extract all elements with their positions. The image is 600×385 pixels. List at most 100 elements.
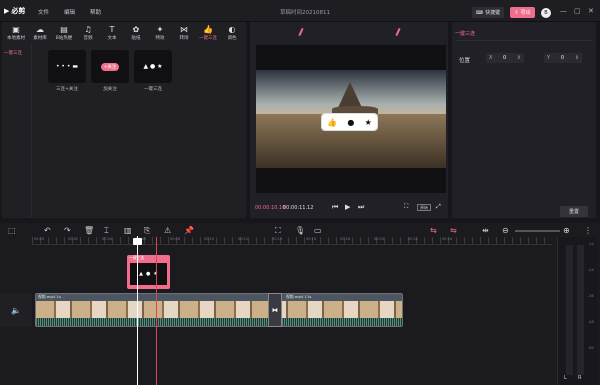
fullscreen-icon[interactable]: ⤢ [436,203,441,211]
ruler-tick: 00:00 [34,237,45,241]
export-icon: ⇪ [514,9,519,16]
tool-label: 调色 [227,35,237,41]
warning-icon[interactable]: ⚠ [164,226,171,235]
playhead-handle[interactable] [133,238,142,245]
clip-thumbnail: ▲●★ [130,263,167,285]
minimize-icon[interactable]: — [560,7,567,15]
speaker-icon: 🔈 [11,305,21,315]
category-item[interactable]: 一键三连 [4,50,28,60]
zoom-out-icon[interactable]: ⊖ [502,226,509,235]
stepper-icon: ⇕ [516,55,521,61]
ruler-tick: 00:10 [204,237,215,241]
text-icon: T [109,24,115,34]
zoom-in-icon[interactable]: ⊕ [563,226,570,235]
category-column [2,44,32,218]
sticker-overlay[interactable]: 👍 ● ★ [321,113,378,131]
close-icon[interactable]: ✕ [588,7,594,15]
ruler-tick: 00:12 [238,237,249,241]
meter-scale-label: -60 [588,346,594,350]
ruler-tick: 00:24 [442,237,453,241]
transition-icon: ⋈ [180,24,188,34]
ratio-select[interactable]: 原始 [417,204,431,211]
sticker-clip[interactable]: 一键三连 ▲●★ [127,255,170,289]
maximize-icon[interactable]: ▢ [574,7,581,15]
delete-icon[interactable]: 🗑 [84,226,94,235]
tool-label: 音频 [83,35,93,41]
logo-icon: ▶ [4,6,10,15]
timeline-settings-icon[interactable]: ⋮ [584,226,592,235]
tool-effects[interactable]: ✦ 特效 [148,22,172,44]
snap-toggle-icon[interactable]: ⇆ [430,226,437,235]
shortcut-button[interactable]: ⌨ 快捷键 [472,7,504,18]
menu-file[interactable]: 文件 [38,8,49,16]
link-toggle-icon[interactable]: ⇋ [450,226,457,235]
pin-icon[interactable]: 📌 [184,226,194,235]
tool-hot-memes[interactable]: ▤ B站热梗 [52,22,76,44]
microphone-icon[interactable]: 🎙 [295,226,305,235]
prev-frame-icon[interactable]: ⏮ [332,203,338,212]
library-toolbar: ▣ 本地素材 ☁ 素材库 ▤ B站热梗 ♫ 音频 T 文本 ✿ 贴纸 ✦ 特效 ⋈ 转场 👍 一键… [2,22,246,44]
crop-icon[interactable]: ⛶ [404,203,408,211]
tool-media-library[interactable]: ☁ 素材库 [28,22,52,44]
clip-label: 视频.mp4 1s [38,294,61,299]
cloud-icon: ☁ [36,24,44,34]
split-icon[interactable]: ⌶ [104,226,109,236]
menu-edit[interactable]: 编辑 [64,8,75,16]
ruler-tick: 00:20 [374,237,385,241]
avatar[interactable]: B [541,8,551,18]
camera-icon[interactable]: ▭ [314,226,322,235]
export-label: 导出 [520,10,531,16]
card-preview: ▲ ● ★ [143,63,163,70]
clip-icon-1: ▲ [139,271,143,277]
tool-label: 文本 [107,35,117,41]
fit-icon[interactable]: ⛶ [275,226,281,236]
replace-icon[interactable]: ⎘ [144,226,150,236]
stepper-icon: ⇕ [574,55,579,61]
tool-text[interactable]: T 文本 [100,22,124,44]
playhead[interactable] [137,236,138,385]
tool-triple-like[interactable]: 👍 一键三连 [196,22,220,44]
tool-label: 一键三连 [199,35,217,41]
coin-icon: ● [347,117,355,127]
tool-audio[interactable]: ♫ 音频 [76,22,100,44]
sticker-card[interactable]: ▲ ● ★ [134,50,172,83]
tool-label: 特效 [155,35,165,41]
ruler-tick: 00:04 [102,237,113,241]
position-y-field[interactable]: Y 0 ⇕ [544,53,582,63]
tool-transitions[interactable]: ⋈ 转场 [172,22,196,44]
transition-icon: ⧓ [272,306,278,314]
reset-button[interactable]: 重置 [560,206,588,217]
card-label: 三连+关注 [56,87,78,92]
undo-icon[interactable]: ↶ [44,226,51,235]
tool-label: 素材库 [33,35,47,41]
position-x-field[interactable]: X 0 ⇕ [486,53,524,63]
track-audio-toggle[interactable]: 🔈 [0,293,32,327]
clip-waveform [36,318,402,326]
tool-label: B站热梗 [55,35,73,41]
ruler-tick: 00:14 [272,237,283,241]
select-tool-icon[interactable]: ⬚ [8,226,16,235]
meter-label-right: R [578,375,582,381]
menu-help[interactable]: 帮助 [90,8,101,16]
align-icon[interactable]: ⇹ [482,226,489,235]
tool-stickers[interactable]: ✿ 贴纸 [124,22,148,44]
sticker-card[interactable]: • • • ▬ [48,50,86,83]
divider [455,40,593,41]
transition-marker[interactable]: ⧓ [268,293,282,327]
rock-base [332,106,378,114]
ruler-tick: 00:02 [68,237,79,241]
properties-tab[interactable]: 一键三连 [455,30,475,37]
zoom-slider[interactable] [515,230,560,232]
freeze-icon[interactable]: ▥ [124,226,132,235]
next-frame-icon[interactable]: ⏭ [358,203,364,212]
shortcut-label: 快捷键 [485,10,501,16]
tool-local-media[interactable]: ▣ 本地素材 [4,22,28,44]
clip-icon-2: ● [146,271,151,277]
redo-icon[interactable]: ↷ [64,226,71,235]
export-button[interactable]: ⇪ 导出 [510,7,535,18]
sticker-card[interactable]: +关注 [91,50,129,83]
play-icon[interactable]: ▶ [345,203,350,211]
meter-scale-label: -48 [588,320,594,324]
tool-color[interactable]: ◐ 调色 [220,22,244,44]
video-clip[interactable]: 视频.mp4 1s 视频.mp4 11s [35,293,403,327]
